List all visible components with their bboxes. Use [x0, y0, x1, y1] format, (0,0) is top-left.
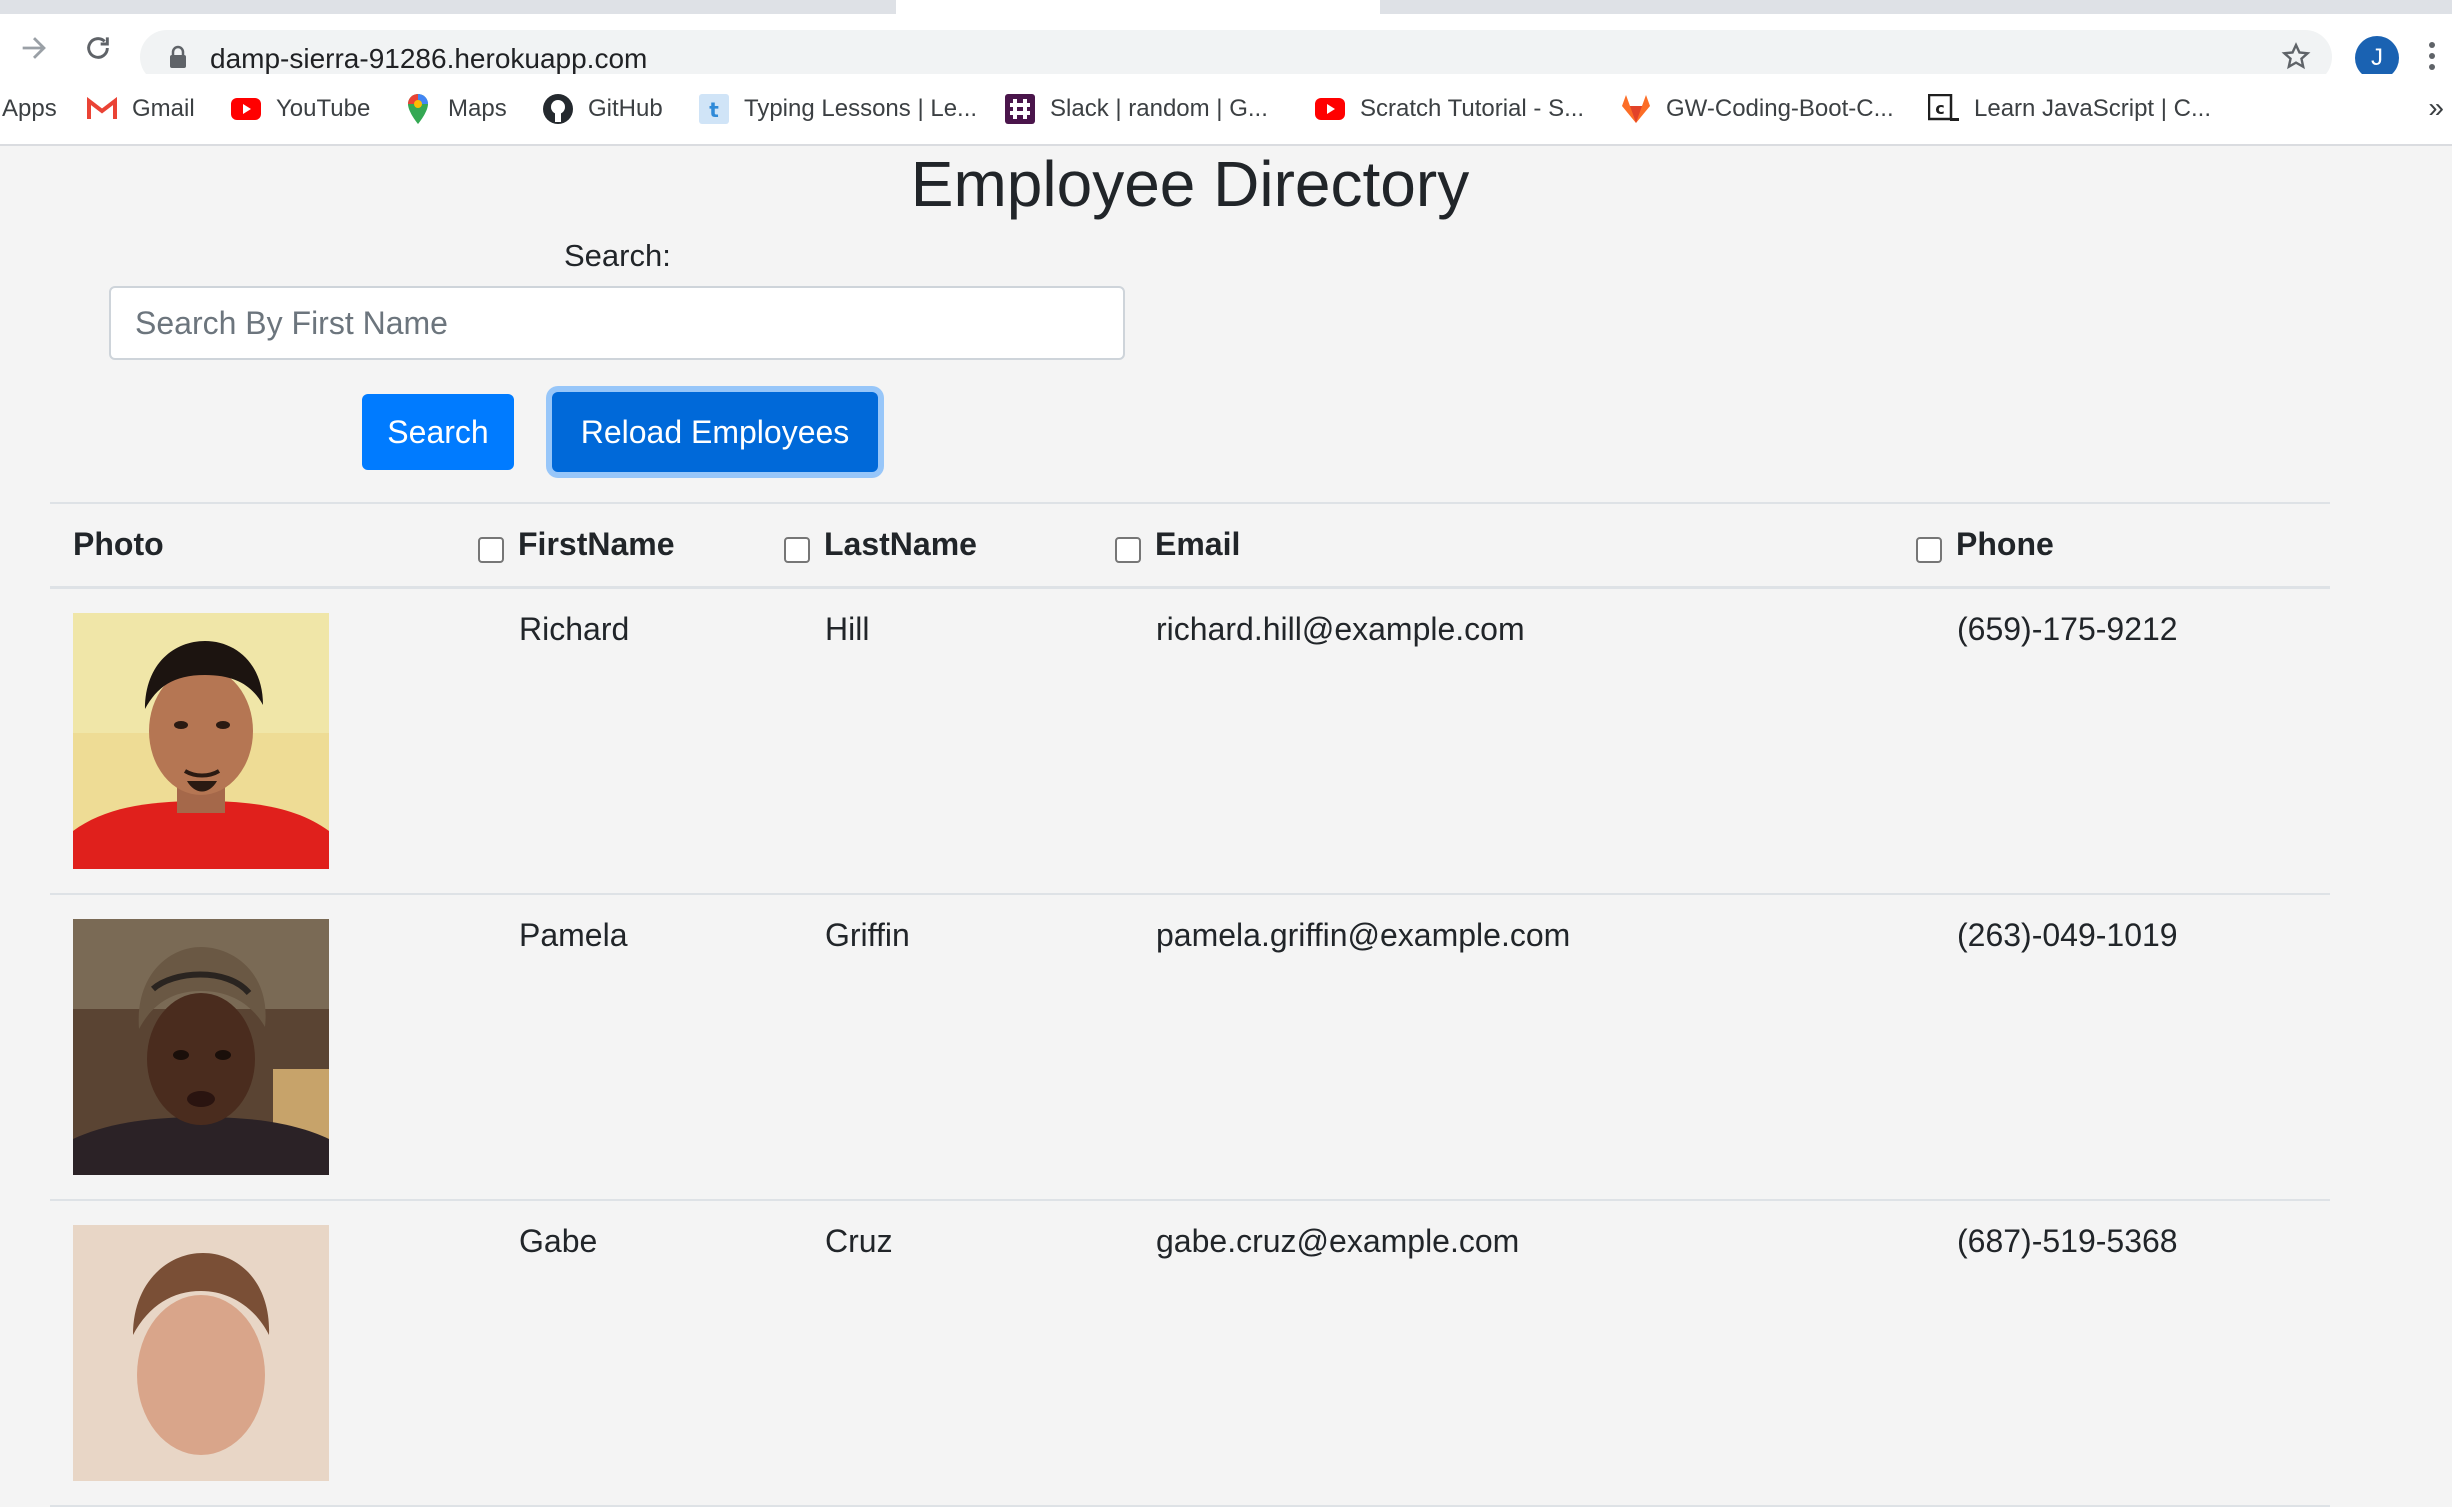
maps-icon	[402, 93, 434, 125]
bookmark-label: Apps	[2, 95, 57, 122]
header-label: FirstName	[518, 526, 675, 562]
bookmark-maps[interactable]: Maps	[402, 92, 507, 126]
more-bookmarks-button[interactable]: »	[2428, 92, 2444, 124]
github-icon	[542, 93, 574, 125]
active-tab[interactable]	[896, 0, 1380, 14]
table-header: Photo FirstName LastName Email Phone	[50, 502, 2330, 589]
header-phone: Phone	[1916, 526, 2054, 563]
sort-lastname-checkbox[interactable]	[784, 536, 810, 563]
header-label: Phone	[1956, 526, 2054, 562]
bookmark-gmail[interactable]: Gmail	[86, 92, 195, 126]
header-label: Photo	[73, 526, 164, 562]
bookmark-github[interactable]: GitHub	[542, 92, 663, 126]
employee-email: pamela.griffin@example.com	[1156, 917, 1571, 953]
url-text: damp-sierra-91286.herokuapp.com	[210, 43, 648, 74]
table-row: Pamela Griffin pamela.griffin@example.co…	[50, 895, 2330, 1201]
bookmark-label: Slack | random | G...	[1050, 95, 1268, 122]
employee-firstname: Richard	[519, 611, 630, 647]
lock-icon	[168, 45, 188, 74]
search-button[interactable]: Search	[362, 394, 514, 470]
bookmark-typing-lessons[interactable]: t Typing Lessons | Le...	[698, 92, 977, 126]
bookmark-youtube[interactable]: YouTube	[230, 92, 370, 126]
codecademy-icon: c	[1928, 93, 1960, 125]
bookmarks-bar: Apps Gmail YouTube Maps GitHub t Typing …	[0, 74, 2452, 146]
employee-photo	[73, 919, 329, 1175]
employee-table: Photo FirstName LastName Email Phone Ric…	[50, 502, 2330, 1507]
header-lastname: LastName	[784, 526, 977, 563]
employee-lastname: Hill	[825, 611, 870, 647]
svg-text:t: t	[709, 98, 719, 122]
bookmark-label: GitHub	[588, 95, 663, 122]
bookmark-label: Typing Lessons | Le...	[744, 95, 978, 122]
sort-firstname-checkbox[interactable]	[478, 536, 504, 563]
employee-phone: (687)-519-5368	[1957, 1223, 2178, 1259]
employee-phone: (659)-175-9212	[1957, 611, 2178, 647]
reload-employees-button[interactable]: Reload Employees	[552, 392, 878, 472]
table-row: Richard Hill richard.hill@example.com (6…	[50, 589, 2330, 895]
table-row: Gabe Cruz gabe.cruz@example.com (687)-51…	[50, 1201, 2330, 1507]
employee-photo	[73, 1225, 329, 1481]
bookmark-star-icon[interactable]	[2280, 41, 2312, 78]
employee-firstname: Gabe	[519, 1223, 598, 1259]
header-label: LastName	[824, 526, 977, 562]
slack-icon	[1004, 93, 1036, 125]
reload-icon[interactable]	[78, 28, 118, 68]
page-content: Employee Directory Search: Search Reload…	[0, 146, 2452, 1507]
search-label: Search:	[564, 238, 671, 273]
forward-icon[interactable]	[14, 28, 54, 68]
svg-text:c: c	[1935, 99, 1944, 118]
youtube-icon	[1314, 93, 1346, 125]
bookmark-label: YouTube	[276, 95, 371, 122]
bookmark-apps[interactable]: Apps	[2, 92, 57, 126]
gitlab-icon	[1620, 93, 1652, 125]
employee-firstname: Pamela	[519, 917, 628, 953]
header-firstname: FirstName	[478, 526, 675, 563]
employee-lastname: Griffin	[825, 917, 910, 953]
header-email: Email	[1115, 526, 1240, 563]
page-title: Employee Directory	[910, 148, 1470, 220]
tab-strip	[0, 0, 2452, 14]
sort-email-checkbox[interactable]	[1115, 536, 1141, 563]
menu-icon[interactable]	[2428, 42, 2436, 74]
header-photo: Photo	[73, 526, 164, 563]
bookmark-gitlab[interactable]: GW-Coding-Boot-C...	[1620, 92, 1894, 126]
sort-phone-checkbox[interactable]	[1916, 536, 1942, 563]
gmail-icon	[86, 93, 118, 125]
employee-lastname: Cruz	[825, 1223, 893, 1259]
bookmark-codecademy[interactable]: c Learn JavaScript | C...	[1928, 92, 2211, 126]
bookmark-label: Scratch Tutorial - S...	[1360, 95, 1585, 122]
bookmark-label: GW-Coding-Boot-C...	[1666, 95, 1894, 122]
browser-toolbar: damp-sierra-91286.herokuapp.com J	[0, 14, 2452, 84]
youtube-icon	[230, 93, 262, 125]
header-label: Email	[1155, 526, 1241, 562]
bookmark-label: Maps	[448, 95, 507, 122]
employee-email: richard.hill@example.com	[1156, 611, 1525, 647]
typing-icon: t	[698, 93, 730, 125]
employee-photo	[73, 613, 329, 869]
search-input[interactable]	[109, 286, 1125, 360]
bookmark-scratch-tutorial[interactable]: Scratch Tutorial - S...	[1314, 92, 1584, 126]
bookmark-label: Gmail	[132, 95, 195, 122]
employee-phone: (263)-049-1019	[1957, 917, 2178, 953]
bookmark-slack[interactable]: Slack | random | G...	[1004, 92, 1268, 126]
employee-email: gabe.cruz@example.com	[1156, 1223, 1520, 1259]
bookmark-label: Learn JavaScript | C...	[1974, 95, 2211, 122]
